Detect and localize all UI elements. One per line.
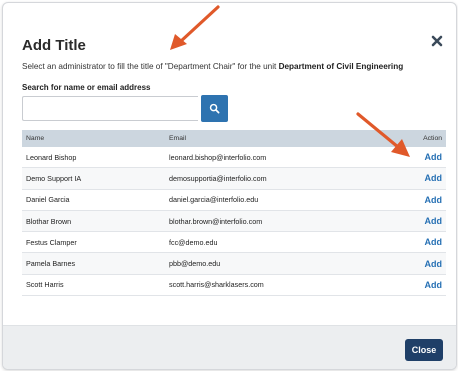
search-label: Search for name or email address [22,83,151,92]
table-row: Demo Support IA demosupportia@interfolio… [22,168,446,190]
close-button[interactable]: Close [405,339,443,361]
cell-email: fcc@demo.edu [169,237,218,247]
cell-email: scott.harris@sharklasers.com [169,280,264,290]
cell-name: Festus Clamper [26,237,77,247]
cell-email: demosupportia@interfolio.com [169,173,267,183]
cell-name: Daniel Garcia [26,195,70,205]
cell-action: Add [386,259,446,269]
annotation-arrow-icon [356,112,410,157]
modal-footer: Close [3,325,456,369]
cell-email: pbb@demo.edu [169,259,221,269]
screen: Add Title Select an administrator to fil… [0,0,458,371]
close-x-icon [431,35,443,47]
cell-action: Add [386,237,446,247]
close-x-button[interactable] [429,33,445,49]
search-icon [209,103,220,114]
cell-name: Leonard Bishop [26,152,77,162]
add-link[interactable]: Add [425,237,443,247]
cell-email: blothar.brown@interfolio.com [169,216,263,226]
cell-action: Add [386,173,446,183]
instruction-text: Select an administrator to fill the titl… [22,62,403,71]
add-link[interactable]: Add [425,259,443,269]
table-row: Scott Harris scott.harris@sharklasers.co… [22,275,446,297]
instruction-prefix: Select an administrator to fill the titl… [22,62,279,71]
cell-name: Pamela Barnes [26,259,76,269]
table-row: Festus Clamper fcc@demo.edu Add [22,232,446,254]
table-body: Leonard Bishop leonard.bishop@interfolio… [22,147,446,297]
add-link[interactable]: Add [425,173,443,183]
add-title-modal: Add Title Select an administrator to fil… [2,2,457,370]
annotation-arrow-icon [170,5,220,50]
cell-action: Add [386,280,446,290]
instruction-unit: Department of Civil Engineering [278,62,404,71]
header-name: Name [26,135,45,142]
cell-name: Blothar Brown [26,216,72,226]
cell-name: Demo Support IA [26,173,82,183]
search-button[interactable] [201,95,228,122]
modal-title: Add Title [22,37,86,54]
cell-email: daniel.garcia@interfolio.edu [169,195,259,205]
cell-action: Add [386,195,446,205]
add-link[interactable]: Add [425,195,443,205]
add-link[interactable]: Add [425,280,443,290]
add-link[interactable]: Add [425,152,443,162]
table-row: Pamela Barnes pbb@demo.edu Add [22,253,446,275]
cell-action: Add [386,216,446,226]
add-link[interactable]: Add [425,216,443,226]
table-row: Daniel Garcia daniel.garcia@interfolio.e… [22,190,446,211]
table-row: Blothar Brown blothar.brown@interfolio.c… [22,210,446,233]
search-input[interactable] [22,96,198,121]
cell-name: Scott Harris [26,280,64,290]
